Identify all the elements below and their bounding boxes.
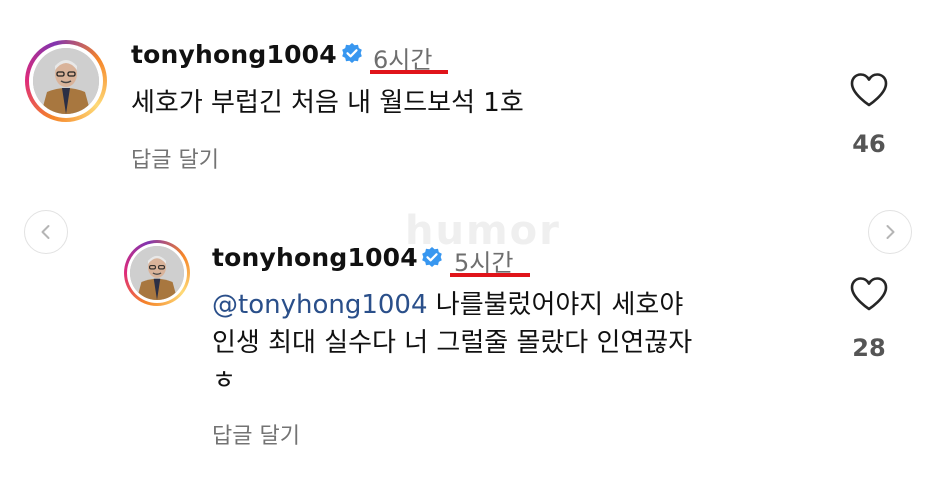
profile-photo-icon [33, 48, 99, 114]
comment-username[interactable]: tonyhong1004 [131, 40, 337, 69]
verified-badge-icon [342, 43, 362, 63]
reply-avatar[interactable] [124, 240, 190, 306]
like-button[interactable] [849, 72, 889, 108]
verified-badge-icon [422, 247, 442, 267]
reply-text-line-1: @tonyhong1004 나를불렀어야지 세호야 [212, 286, 683, 324]
like-button[interactable] [849, 276, 889, 312]
time-underline-annotation [370, 70, 448, 74]
mention-link[interactable]: @tonyhong1004 [212, 290, 428, 320]
reply-text: 나를불렀어야지 세호야 [427, 290, 684, 320]
comment-text: 세호가 부럽긴 처음 내 월드보석 1호 [131, 88, 524, 118]
avatar[interactable] [25, 40, 107, 122]
reply-text-line-2: 인생 최대 실수다 너 그럴줄 몰랐다 인연끊자 [212, 328, 693, 358]
chevron-left-icon [41, 225, 50, 239]
chevron-right-icon [886, 225, 895, 239]
reply-text-line-3: ㅎ [212, 366, 236, 396]
like-count: 28 [852, 334, 886, 362]
next-button[interactable] [868, 210, 912, 254]
reply-username[interactable]: tonyhong1004 [212, 243, 418, 272]
like-count: 46 [852, 130, 886, 158]
time-underline-annotation [450, 273, 530, 277]
heart-outline-icon [850, 277, 888, 311]
heart-outline-icon [850, 73, 888, 107]
reply-button[interactable]: 답글 달기 [212, 418, 300, 450]
reply-button[interactable]: 답글 달기 [131, 142, 219, 174]
profile-photo-icon [130, 246, 184, 300]
previous-button[interactable] [24, 210, 68, 254]
